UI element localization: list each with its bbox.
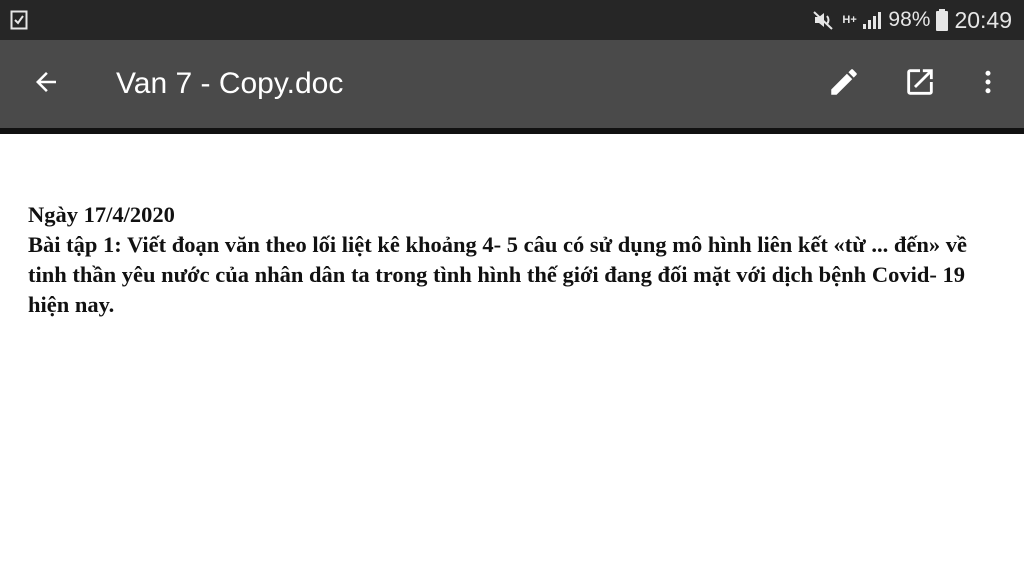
network-type-label: H+ [842, 13, 857, 26]
document-body: Ngày 17/4/2020 Bài tập 1: Viết đoạn văn … [28, 200, 988, 320]
more-options-button[interactable] [966, 62, 1010, 106]
open-in-new-icon [903, 65, 937, 104]
checklist-icon [10, 10, 30, 30]
open-external-button[interactable] [898, 62, 942, 106]
status-indicators: H+ 98% 20:49 [812, 0, 1012, 40]
edit-button[interactable] [822, 62, 866, 106]
arrow-back-icon [31, 67, 61, 102]
battery-icon [936, 9, 949, 31]
signal-bars-icon [862, 11, 882, 29]
vibrate-mute-icon [812, 9, 836, 31]
document-title: Van 7 - Copy.doc [116, 67, 344, 100]
document-viewer[interactable]: Ngày 17/4/2020 Bài tập 1: Viết đoạn văn … [0, 134, 1024, 576]
app-toolbar: Van 7 - Copy.doc [0, 40, 1024, 128]
pencil-icon [827, 65, 861, 104]
clock-time: 20:49 [954, 6, 1012, 33]
date-line: Ngày 17/4/2020 [28, 202, 175, 227]
status-bar: H+ 98% 20:49 [0, 0, 1024, 40]
exercise-paragraph: Bài tập 1: Viết đoạn văn theo lối liệt k… [28, 232, 967, 317]
back-button[interactable] [24, 62, 68, 106]
more-vert-icon [973, 67, 1003, 102]
battery-percent: 98% [888, 8, 931, 31]
